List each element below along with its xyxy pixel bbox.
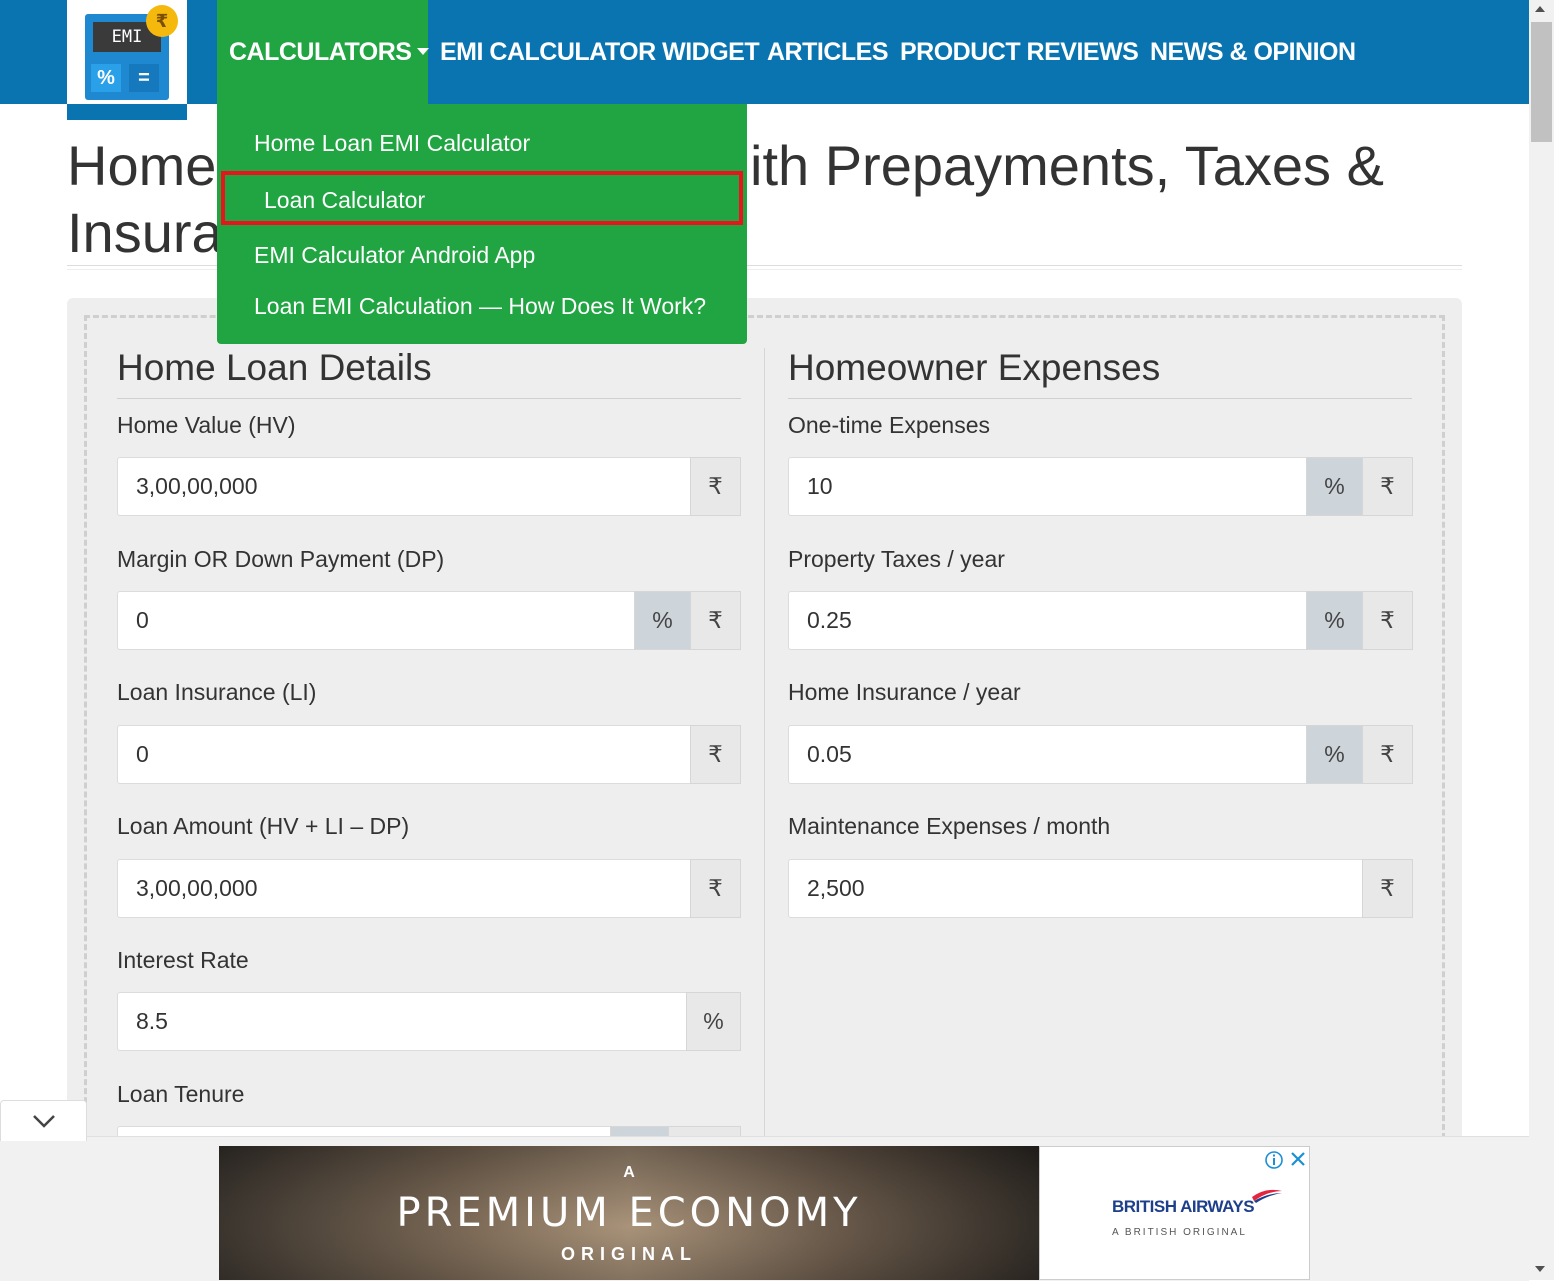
nav-articles[interactable]: ARTICLES [767, 0, 889, 104]
page-scrollbar[interactable] [1529, 0, 1554, 1280]
ad-close-icon[interactable] [1288, 1149, 1308, 1169]
home-insurance-percent-addon[interactable]: % [1306, 725, 1363, 784]
ad-subline: ORIGINAL [561, 1244, 697, 1264]
left-section-rule [117, 398, 741, 399]
loan-amount-rupee-addon[interactable]: ₹ [690, 859, 741, 918]
page-title-line1-end: ith Prepayments, Taxes & [750, 134, 1384, 197]
right-section-rule [788, 398, 1412, 399]
ad-collapse-button[interactable] [0, 1100, 87, 1141]
caret-down-icon [417, 47, 430, 55]
scroll-up-arrow-icon[interactable] [1535, 6, 1545, 12]
down-payment-rupee-addon[interactable]: ₹ [690, 591, 741, 650]
nav-calculators-label: CALCULATORS [229, 38, 412, 66]
column-divider [764, 348, 765, 1138]
down-payment-percent-addon[interactable]: % [634, 591, 691, 650]
interest-rate-label: Interest Rate [117, 947, 249, 973]
one-time-expenses-input[interactable]: 10 [788, 457, 1307, 516]
home-insurance-rupee-addon[interactable]: ₹ [1362, 725, 1413, 784]
speedmarque-logo-icon [1252, 1189, 1282, 1203]
calculators-dropdown: Home Loan EMI Calculator Loan Calculator… [217, 104, 747, 344]
maintenance-expenses-rupee-addon[interactable]: ₹ [1362, 859, 1413, 918]
ad-brand-tagline: A BRITISH ORIGINAL [1112, 1227, 1247, 1238]
ad-banner-image[interactable]: A PREMIUM ECONOMY ORIGINAL [219, 1146, 1039, 1280]
ad-info-icon[interactable] [1264, 1150, 1284, 1170]
nav-calculators[interactable]: CALCULATORS [217, 0, 430, 104]
one-time-expenses-label: One-time Expenses [788, 412, 990, 438]
home-value-rupee-addon[interactable]: ₹ [690, 457, 741, 516]
ad-brand-name: BRITISH AIRWAYS [1112, 1197, 1255, 1216]
rupee-coin-icon: ₹ [146, 5, 178, 37]
scrollbar-thumb[interactable] [1531, 22, 1552, 142]
home-insurance-label: Home Insurance / year [788, 679, 1021, 705]
loan-insurance-label: Loan Insurance (LI) [117, 679, 317, 705]
down-payment-input[interactable]: 0 [117, 591, 635, 650]
loan-tenure-label: Loan Tenure [117, 1081, 245, 1107]
percent-key-icon: % [91, 64, 121, 92]
home-value-label: Home Value (HV) [117, 412, 296, 438]
property-taxes-percent-addon[interactable]: % [1306, 591, 1363, 650]
property-taxes-rupee-addon[interactable]: ₹ [1362, 591, 1413, 650]
site-logo[interactable]: EMI % = ₹ [67, 0, 187, 120]
loan-insurance-rupee-addon[interactable]: ₹ [690, 725, 741, 784]
page-title-line2: Insura [67, 201, 223, 264]
nav-emi-calculator-widget[interactable]: EMI CALCULATOR WIDGET [440, 0, 760, 104]
menu-item-loan-emi-calculation-how[interactable]: Loan EMI Calculation — How Does It Work? [217, 283, 747, 329]
down-payment-label: Margin OR Down Payment (DP) [117, 546, 445, 572]
loan-amount-label: Loan Amount (HV + LI – DP) [117, 813, 410, 839]
menu-item-home-loan-emi-calculator[interactable]: Home Loan EMI Calculator [217, 120, 747, 166]
ad-small-text: A [623, 1164, 635, 1181]
one-time-expenses-rupee-addon[interactable]: ₹ [1362, 457, 1413, 516]
logo-base [67, 104, 187, 120]
maintenance-expenses-input[interactable]: 2,500 [788, 859, 1363, 918]
home-insurance-input[interactable]: 0.05 [788, 725, 1307, 784]
property-taxes-label: Property Taxes / year [788, 546, 1005, 572]
nav-product-reviews[interactable]: PRODUCT REVIEWS [900, 0, 1139, 104]
property-taxes-input[interactable]: 0.25 [788, 591, 1307, 650]
home-loan-details-title: Home Loan Details [117, 347, 432, 388]
interest-rate-percent-addon[interactable]: % [686, 992, 741, 1051]
ad-headline: PREMIUM ECONOMY [396, 1190, 862, 1236]
nav-news-opinion[interactable]: NEWS & OPINION [1150, 0, 1356, 104]
scroll-down-arrow-icon[interactable] [1535, 1266, 1545, 1272]
equals-key-icon: = [129, 64, 159, 92]
homeowner-expenses-title: Homeowner Expenses [788, 347, 1161, 388]
one-time-expenses-percent-addon[interactable]: % [1306, 457, 1363, 516]
menu-item-emi-calculator-android-app[interactable]: EMI Calculator Android App [217, 232, 747, 278]
menu-item-loan-calculator[interactable]: Loan Calculator [221, 171, 743, 225]
loan-insurance-input[interactable]: 0 [117, 725, 691, 784]
maintenance-expenses-label: Maintenance Expenses / month [788, 813, 1111, 839]
page-title-line1-start: Home [67, 134, 217, 197]
home-value-input[interactable]: 3,00,00,000 [117, 457, 691, 516]
interest-rate-input[interactable]: 8.5 [117, 992, 687, 1051]
chevron-down-icon [32, 1115, 55, 1128]
loan-amount-input[interactable]: 3,00,00,000 [117, 859, 691, 918]
